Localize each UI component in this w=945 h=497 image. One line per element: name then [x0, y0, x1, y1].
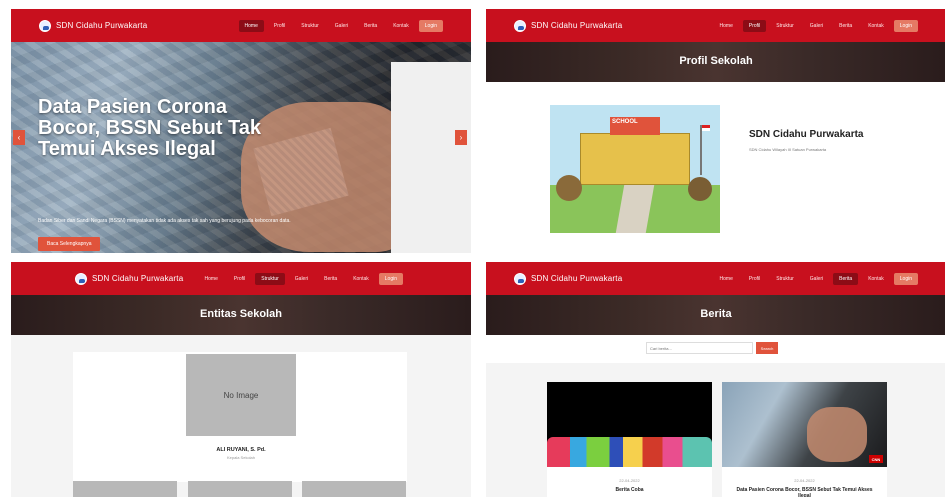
page-title: Berita — [700, 308, 732, 320]
navbar: SDN Cidahu Purwakarta Home Profil Strukt… — [11, 262, 471, 295]
nav-struktur[interactable]: Struktur — [255, 272, 285, 285]
news-title[interactable]: Data Pasien Corona Bocor, BSSN Sebut Tak… — [722, 487, 887, 497]
panel-struktur: SDN Cidahu Purwakarta Home Profil Strukt… — [11, 262, 471, 497]
brand-name: SDN Cidahu Purwakarta — [531, 274, 623, 283]
nav-berita[interactable]: Berita — [833, 20, 858, 32]
brand-name: SDN Cidahu Purwakarta — [531, 21, 623, 30]
person-name: ALI RUYANI, S. Pd. — [216, 447, 266, 453]
login-button[interactable]: Login — [893, 272, 918, 285]
news-card[interactable]: 22-04-2022 Berita Coba — [547, 382, 712, 497]
news-date: 22-04-2022 — [619, 478, 640, 483]
nav-kontak[interactable]: Kontak — [347, 273, 375, 285]
search-input[interactable] — [646, 342, 753, 354]
school-logo-icon — [39, 19, 51, 32]
panel-berita: SDN Cidahu Purwakarta Home Profil Strukt… — [486, 262, 945, 497]
nav-kontak[interactable]: Kontak — [862, 273, 890, 285]
carousel-prev-button[interactable]: ‹ — [13, 130, 25, 145]
nav-menu: Home Profil Struktur Galeri Berita Konta… — [714, 9, 918, 42]
nav-kontak[interactable]: Kontak — [862, 20, 890, 32]
tree-icon — [556, 175, 582, 201]
chevron-right-icon: › — [459, 133, 463, 142]
nav-galeri[interactable]: Galeri — [289, 273, 314, 285]
page-header: Profil Sekolah — [486, 42, 945, 82]
carousel-next-button[interactable]: › — [455, 130, 467, 145]
nav-galeri[interactable]: Galeri — [329, 20, 354, 32]
panel-profil: SDN Cidahu Purwakarta Home Profil Strukt… — [486, 9, 945, 253]
nav-menu: Home Profil Struktur Galeri Berita Konta… — [199, 262, 403, 295]
brand-name: SDN Cidahu Purwakarta — [92, 274, 184, 283]
login-button[interactable]: Login — [893, 19, 918, 32]
entity-card-thumb — [73, 481, 177, 497]
login-button[interactable]: Login — [378, 272, 403, 285]
navbar: SDN Cidahu Purwakarta Home Profil Strukt… — [486, 262, 945, 295]
news-thumbnail — [547, 382, 712, 467]
navbar: SDN Cidahu Purwakarta Home Profil Strukt… — [486, 9, 945, 42]
tree-icon — [688, 177, 712, 201]
school-subtitle: SDN Cidahu Wilayah III Satuan Purwakarta — [749, 147, 827, 152]
hero-headline: Data Pasien Corona Bocor, BSSN Sebut Tak… — [38, 96, 262, 160]
nav-home[interactable]: Home — [714, 273, 739, 285]
brand[interactable]: SDN Cidahu Purwakarta — [39, 9, 147, 42]
nav-struktur[interactable]: Struktur — [295, 20, 325, 32]
search-button[interactable]: Search — [756, 342, 778, 354]
nav-profil[interactable]: Profil — [268, 20, 291, 32]
school-logo-icon — [514, 19, 526, 32]
no-image-placeholder: No Image — [186, 354, 296, 436]
nav-home[interactable]: Home — [199, 273, 224, 285]
panel-home: SDN Cidahu Purwakarta Home Profil Strukt… — [11, 9, 471, 253]
cnn-badge: CNN — [869, 455, 883, 463]
nav-berita[interactable]: Berita — [318, 273, 343, 285]
nav-menu: Home Profil Struktur Galeri Berita Konta… — [714, 262, 918, 295]
nav-berita[interactable]: Berita — [833, 272, 859, 285]
nav-galeri[interactable]: Galeri — [804, 20, 829, 32]
nav-struktur[interactable]: Struktur — [770, 20, 800, 32]
hero-caption: Badan Siber dan Sandi Negara (BSSN) meny… — [38, 218, 291, 224]
illustration-building — [580, 133, 690, 185]
page-header: Berita — [486, 295, 945, 335]
nav-struktur[interactable]: Struktur — [770, 273, 800, 285]
flag-icon — [700, 125, 710, 175]
nav-profil[interactable]: Profil — [743, 273, 766, 285]
news-thumbnail: CNN — [722, 382, 887, 467]
search-bar: Search — [646, 342, 778, 354]
news-card[interactable]: CNN 22-04-2022 Data Pasien Corona Bocor,… — [722, 382, 887, 497]
nav-galeri[interactable]: Galeri — [804, 273, 829, 285]
entity-card-thumb — [188, 481, 292, 497]
school-logo-icon — [75, 272, 87, 285]
news-image-hands — [807, 407, 867, 462]
nav-profil[interactable]: Profil — [228, 273, 251, 285]
brand[interactable]: SDN Cidahu Purwakarta — [75, 262, 183, 295]
nav-kontak[interactable]: Kontak — [387, 20, 415, 32]
brand[interactable]: SDN Cidahu Purwakarta — [514, 262, 622, 295]
news-date: 22-04-2022 — [794, 478, 815, 483]
page-title: Entitas Sekolah — [200, 308, 282, 320]
read-more-button[interactable]: Baca Selengkapnya — [38, 237, 101, 251]
news-image-bags — [547, 437, 712, 467]
person-role: Kepala Sekolah — [226, 455, 256, 460]
hero-image-sleeve — [391, 62, 471, 253]
login-button[interactable]: Login — [418, 19, 443, 32]
school-name: SDN Cidahu Purwakarta — [749, 129, 864, 140]
nav-home[interactable]: Home — [238, 19, 264, 32]
school-illustration: SCHOOL — [550, 105, 720, 233]
page-title: Profil Sekolah — [679, 55, 753, 67]
entity-card-thumb — [302, 481, 406, 497]
nav-home[interactable]: Home — [714, 20, 739, 32]
nav-profil[interactable]: Profil — [742, 19, 767, 32]
navbar: SDN Cidahu Purwakarta Home Profil Strukt… — [11, 9, 471, 42]
school-logo-icon — [514, 272, 526, 285]
page-header: Entitas Sekolah — [11, 295, 471, 335]
brand-name: SDN Cidahu Purwakarta — [56, 21, 148, 30]
hero-carousel: Data Pasien Corona Bocor, BSSN Sebut Tak… — [11, 42, 471, 253]
brand[interactable]: SDN Cidahu Purwakarta — [514, 9, 622, 42]
illustration-sign: SCHOOL — [612, 119, 638, 125]
nav-menu: Home Profil Struktur Galeri Berita Konta… — [238, 9, 443, 42]
chevron-left-icon: ‹ — [17, 133, 21, 142]
news-title[interactable]: Berita Coba — [547, 487, 712, 493]
nav-berita[interactable]: Berita — [358, 20, 383, 32]
